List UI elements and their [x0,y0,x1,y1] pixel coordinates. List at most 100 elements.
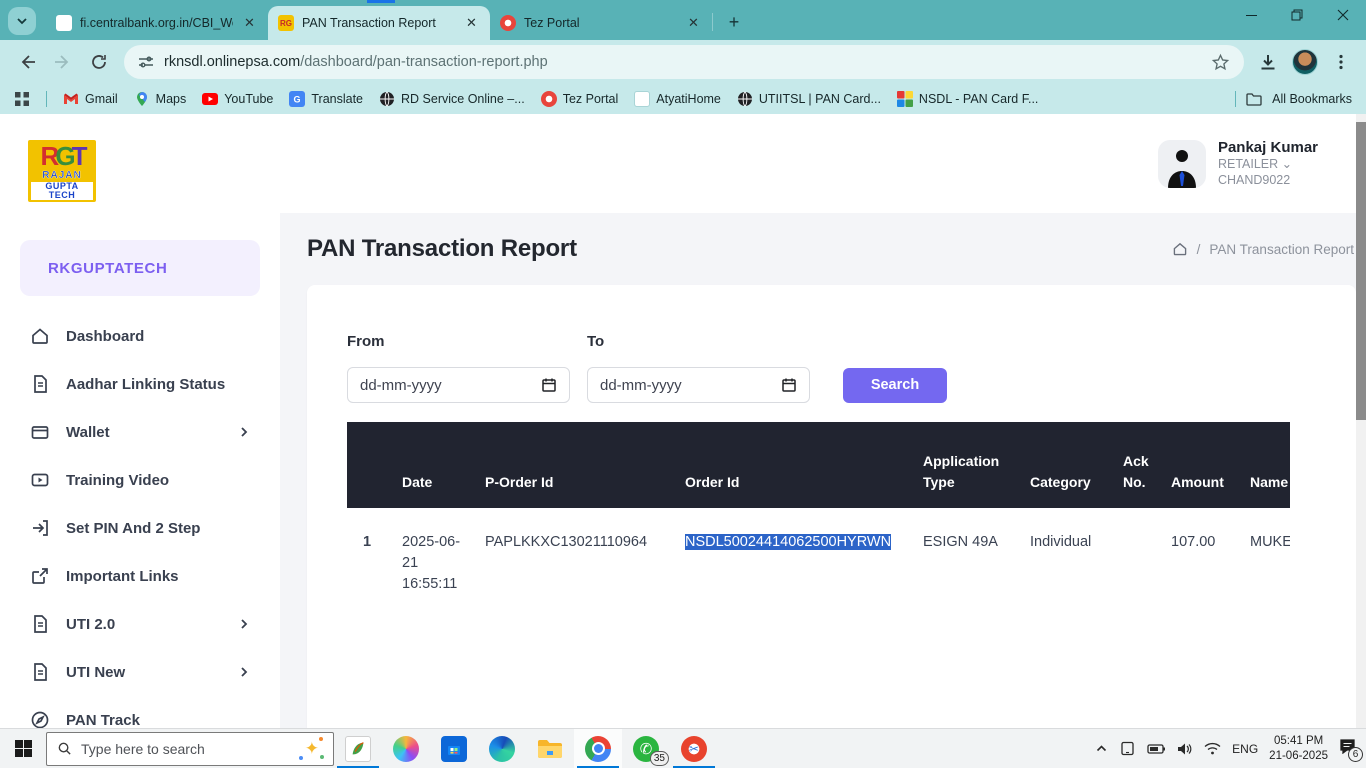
tab-centralbank[interactable]: fi.centralbank.org.in/CBI_WebA ✕ [46,6,268,40]
window-close-button[interactable] [1320,0,1366,30]
sidebar-item-wallet[interactable]: Wallet [0,408,280,456]
speaker-icon[interactable] [1177,742,1193,756]
folder-glyph [537,738,563,760]
sidebar-item-aadhar-linking-status[interactable]: Aadhar Linking Status [0,360,280,408]
taskbar-app-edge[interactable] [478,729,526,768]
window-minimize-button[interactable] [1228,0,1274,30]
restore-icon [1291,9,1303,21]
sidebar-item-dashboard[interactable]: Dashboard [0,312,280,360]
tab-close-icon[interactable]: ✕ [241,15,258,32]
taskbar-app-store[interactable] [430,729,478,768]
bookmark-tez-portal[interactable]: Tez Portal [541,91,619,107]
start-button[interactable] [0,729,46,768]
bookmark-rd-service[interactable]: RD Service Online –... [379,91,525,107]
sidebar-item-set-pin-2step[interactable]: Set PIN And 2 Step [0,504,280,552]
blank-page-icon [634,91,650,107]
taskbar-app-sqlitebrowser[interactable] [334,729,382,768]
window-restore-button[interactable] [1274,0,1320,30]
taskbar-app-chrome[interactable] [574,729,622,768]
browser-profile-avatar[interactable] [1292,49,1318,75]
url-domain: rknsdl.onlinepsa.com [164,54,300,70]
clock[interactable]: 05:41 PM 21-06-2025 [1269,734,1328,764]
reload-icon [90,53,108,71]
calendar-icon[interactable] [781,377,797,393]
search-button[interactable]: Search [843,368,947,403]
sidebar-item-uti-20[interactable]: UTI 2.0 [0,600,280,648]
browser-menu-icon[interactable] [1332,53,1350,71]
bookmark-gmail[interactable]: Gmail [63,91,118,107]
window-controls [1228,0,1366,30]
calendar-icon[interactable] [541,377,557,393]
back-button[interactable] [10,45,44,79]
tab-divider [712,13,713,31]
video-icon [30,470,50,490]
tray-chevron-icon[interactable] [1095,742,1108,755]
tab-close-icon[interactable]: ✕ [463,15,480,32]
bookmark-atyatihome[interactable]: AtyatiHome [634,91,721,107]
date-placeholder: dd-mm-yyyy [600,377,682,394]
bookmark-youtube[interactable]: YouTube [202,92,273,106]
brand-pill[interactable]: RKGUPTATECH [20,240,260,296]
sidebar-menu: Dashboard Aadhar Linking Status Wallet T… [0,312,280,728]
bookmark-utiitsl[interactable]: UTIITSL | PAN Card... [737,91,881,107]
sidebar-item-uti-new[interactable]: UTI New [0,648,280,696]
sidebar-item-label: Wallet [66,424,110,441]
sidebar-item-training-video[interactable]: Training Video [0,456,280,504]
bookmark-maps[interactable]: Maps [134,91,187,107]
taskbar-app-copilot[interactable] [382,729,430,768]
to-label: To [587,333,827,350]
cell-index: 1 [347,508,392,605]
site-info-icon[interactable] [138,54,154,70]
url-text[interactable]: rknsdl.onlinepsa.com/dashboard/pan-trans… [164,54,1201,70]
device-icon[interactable] [1119,741,1136,756]
document-icon [30,662,50,682]
folder-icon [1246,92,1262,106]
cell-p-order-id: PAPLKKXC13021110964 [475,508,675,605]
page-scrollbar[interactable] [1356,114,1366,728]
windows-taskbar: Type here to search ✦ ✆ 35 ✂ [0,728,1366,768]
tab-tez-portal[interactable]: Tez Portal ✕ [490,6,712,40]
battery-icon[interactable] [1147,743,1166,755]
bookmark-label: UTIITSL | PAN Card... [759,92,881,106]
tab-pan-transaction-report[interactable]: RG PAN Transaction Report ✕ [268,6,490,40]
user-menu[interactable]: Pankaj Kumar RETAILER ⌄ CHAND9022 [1158,139,1318,189]
forward-button[interactable] [46,45,80,79]
tez-favicon [500,15,516,31]
minimize-icon [1246,10,1257,21]
bookmark-nsdl[interactable]: NSDL - PAN Card F... [897,91,1038,107]
tab-search-button[interactable] [8,7,36,35]
logo-letter: T [72,141,84,171]
sidebar-item-important-links[interactable]: Important Links [0,552,280,600]
translate-icon: G [289,91,305,107]
scrollbar-thumb[interactable] [1356,122,1366,420]
bookmark-translate[interactable]: G Translate [289,91,363,107]
new-tab-button[interactable]: + [721,9,747,35]
home-icon[interactable] [1172,241,1188,257]
tab-close-icon[interactable]: ✕ [685,15,702,32]
all-bookmarks[interactable]: All Bookmarks [1235,91,1352,107]
user-info: Pankaj Kumar RETAILER ⌄ CHAND9022 [1218,139,1318,189]
taskbar-app-whatsapp[interactable]: ✆ 35 [622,729,670,768]
notification-center-button[interactable]: 6 [1339,738,1356,759]
bookmark-star-icon[interactable] [1211,53,1230,72]
language-indicator[interactable]: ENG [1232,742,1258,756]
sidebar: RGT RAJAN GUPTA TECH RKGUPTATECH Dashboa… [0,114,280,728]
sidebar-item-label: Dashboard [66,328,144,345]
back-icon [17,52,37,72]
address-bar[interactable]: rknsdl.onlinepsa.com/dashboard/pan-trans… [124,45,1244,79]
taskbar-app-explorer[interactable] [526,729,574,768]
sidebar-item-pan-track[interactable]: PAN Track [0,696,280,728]
user-role[interactable]: RETAILER ⌄ [1218,157,1318,173]
download-icon[interactable] [1258,52,1278,72]
date-placeholder: dd-mm-yyyy [360,377,442,394]
from-date-input[interactable]: dd-mm-yyyy [347,367,570,403]
wifi-icon[interactable] [1204,742,1221,755]
chevron-right-icon [238,426,250,438]
taskbar-app-snipping[interactable]: ✂ [670,729,718,768]
store-icon [441,736,467,762]
reload-button[interactable] [82,45,116,79]
to-date-input[interactable]: dd-mm-yyyy [587,367,810,403]
table-row[interactable]: 1 2025-06-21 16:55:11 PAPLKKXC1302111096… [347,508,1290,605]
apps-grid-icon[interactable] [14,91,30,107]
taskbar-search-box[interactable]: Type here to search ✦ [46,732,334,766]
